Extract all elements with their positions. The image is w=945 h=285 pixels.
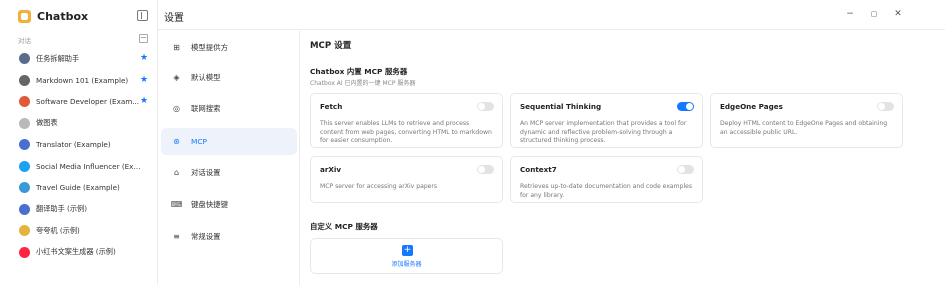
pinned-star-icon[interactable]: ★ [140, 53, 148, 63]
page-title: 设置 [164, 13, 184, 24]
add-server-button[interactable]: + 添加服务器 [310, 238, 503, 274]
sliders-icon: ≡ [173, 232, 180, 241]
settings-nav-label: 常规设置 [191, 232, 221, 241]
server-toggle-switch[interactable] [477, 102, 494, 111]
grid-icon: ⊞ [173, 43, 180, 52]
conversation-item[interactable]: Social Media Influencer (Example) [0, 156, 158, 178]
settings-nav-item[interactable]: ⌂ 对话设置 [161, 159, 297, 186]
conversation-label: 小红书文案生成器 (示例) [36, 247, 116, 257]
cube-icon: ◈ [173, 73, 180, 82]
conversation-item[interactable]: 任务拆解助手 ★ [0, 48, 158, 70]
settings-nav-label: 联网搜索 [191, 104, 221, 113]
builtin-servers-title: Chatbox 内置 MCP 服务器 [310, 67, 408, 76]
settings-nav: ⊞ 模型提供方 ◈ 默认模型 ◎ 联网搜索 ⊛ MCP ⌂ 对话设置 ⌨ 键盘快捷键 ≡ 常规设置 [158, 31, 300, 285]
custom-servers-title: 自定义 MCP 服务器 [310, 222, 378, 231]
conversation-item[interactable]: 翻译助手 (示例) [0, 199, 158, 221]
mcp-server-card: EdgeOne Pages Deploy HTML content to Edge… [710, 93, 903, 148]
mcp-server-card: arXiv MCP server for accessing arXiv pape… [310, 156, 503, 203]
server-toggle-switch[interactable] [677, 102, 694, 111]
translator-avatar-icon [19, 203, 30, 215]
archive-icon[interactable] [139, 34, 148, 43]
conversations-label: 对话 [18, 37, 31, 45]
settings-nav-label: 默认模型 [191, 73, 221, 82]
server-name: EdgeOne Pages [720, 102, 783, 111]
conversation-label: Translator (Example) [36, 140, 111, 150]
collapse-sidebar-icon[interactable] [137, 10, 148, 21]
mcp-server-card: Context7 Retrieves up-to-date documentati… [510, 156, 703, 203]
conversation-label: Markdown 101 (Example) [36, 75, 129, 85]
settings-nav-label: 模型提供方 [191, 43, 228, 52]
twitter-icon [19, 160, 30, 172]
pinned-star-icon[interactable]: ★ [140, 96, 148, 106]
globe-icon: ◎ [173, 104, 180, 113]
settings-nav-item[interactable]: ◎ 联网搜索 [161, 95, 297, 122]
conversation-item[interactable]: 做图表 [0, 113, 158, 135]
settings-nav-item[interactable]: ⌨ 键盘快捷键 [161, 191, 297, 218]
chatbox-logo-icon [18, 9, 31, 23]
conversation-item[interactable]: Travel Guide (Example) [0, 177, 158, 199]
conversation-item[interactable]: Markdown 101 (Example) ★ [0, 70, 158, 92]
maximize-icon[interactable]: ▢ [867, 7, 881, 21]
server-description: This server enables LLMs to retrieve and… [320, 120, 492, 145]
server-name: Sequential Thinking [520, 102, 602, 111]
plus-icon: + [402, 245, 413, 256]
conversation-item[interactable]: 小红书文案生成器 (示例) [0, 242, 158, 264]
settings-nav-item[interactable]: ≡ 常规设置 [161, 223, 297, 250]
conversation-label: 翻译助手 (示例) [36, 204, 88, 214]
server-name: arXiv [320, 165, 342, 174]
conversation-label: 做图表 [36, 118, 58, 128]
conversation-item[interactable]: 夸夸机 (示例) [0, 220, 158, 242]
app-window: Chatbox 对话 任务拆解助手 ★ Markdown 101 (Example)… [0, 0, 945, 285]
settings-nav-label: 对话设置 [191, 168, 221, 177]
minimize-icon[interactable]: − [843, 7, 857, 21]
sidebar: Chatbox 对话 任务拆解助手 ★ Markdown 101 (Example)… [0, 0, 158, 285]
settings-nav-label: 键盘快捷键 [191, 200, 228, 209]
pinned-star-icon[interactable]: ★ [140, 75, 148, 85]
server-description: Deploy HTML content to EdgeOne Pages and… [720, 120, 888, 136]
rocket-icon [19, 53, 30, 65]
sparkle-avatar-icon [19, 225, 30, 237]
mcp-settings-title: MCP 设置 [310, 41, 352, 51]
conversation-label: 夸夸机 (示例) [36, 225, 80, 235]
server-name: Fetch [320, 102, 343, 111]
server-toggle-switch[interactable] [477, 165, 494, 174]
server-toggle-switch[interactable] [877, 102, 894, 111]
globe-avatar-icon [19, 182, 30, 194]
chart-avatar-icon [19, 117, 30, 129]
conversation-list: 任务拆解助手 ★ Markdown 101 (Example) ★ Software D… [0, 48, 158, 263]
close-icon[interactable]: ✕ [891, 7, 905, 21]
chat-bubble-icon [19, 74, 30, 86]
brand: Chatbox [18, 8, 88, 24]
app-name: Chatbox [37, 9, 89, 23]
conversation-label: 任务拆解助手 [36, 53, 80, 63]
conversation-item[interactable]: Translator (Example) [0, 134, 158, 156]
chat-settings-icon: ⌂ [173, 168, 180, 177]
settings-header: 设置 − ▢ ✕ [158, 0, 945, 30]
developer-avatar-icon [19, 96, 30, 108]
conversation-item[interactable]: Software Developer (Exam... ★ [0, 91, 158, 113]
server-description: Retrieves up-to-date documentation and c… [520, 183, 693, 199]
server-name: Context7 [520, 165, 557, 174]
server-description: An MCP server implementation that provid… [520, 120, 687, 145]
mcp-server-card: Sequential Thinking An MCP server impleme… [510, 93, 703, 148]
conversation-label: Social Media Influencer (Example) [36, 161, 144, 171]
builtin-servers-subtitle: Chatbox AI 已内置的一键 MCP 服务器 [310, 80, 416, 87]
settings-nav-item[interactable]: ◈ 默认模型 [161, 64, 297, 91]
settings-nav-item[interactable]: ⊞ 模型提供方 [161, 34, 297, 61]
settings-nav-label: MCP [191, 137, 207, 146]
keyboard-icon: ⌨ [170, 200, 183, 209]
translator-avatar-icon [19, 139, 30, 151]
mcp-icon: ⊛ [173, 137, 180, 146]
xiaohongshu-icon [19, 246, 30, 258]
server-toggle-switch[interactable] [677, 165, 694, 174]
scrollbar[interactable] [915, 31, 929, 285]
server-description: MCP server for accessing arXiv papers [320, 183, 438, 190]
add-server-label: 添加服务器 [391, 261, 422, 268]
mcp-server-card: Fetch This server enables LLMs to retriev… [310, 93, 503, 148]
conversation-label: Travel Guide (Example) [36, 183, 120, 193]
settings-nav-item[interactable]: ⊛ MCP [161, 128, 297, 155]
conversation-label: Software Developer (Exam... [36, 97, 140, 107]
mcp-settings-panel: MCP 设置 Chatbox 内置 MCP 服务器 Chatbox AI 已内置… [301, 31, 915, 285]
